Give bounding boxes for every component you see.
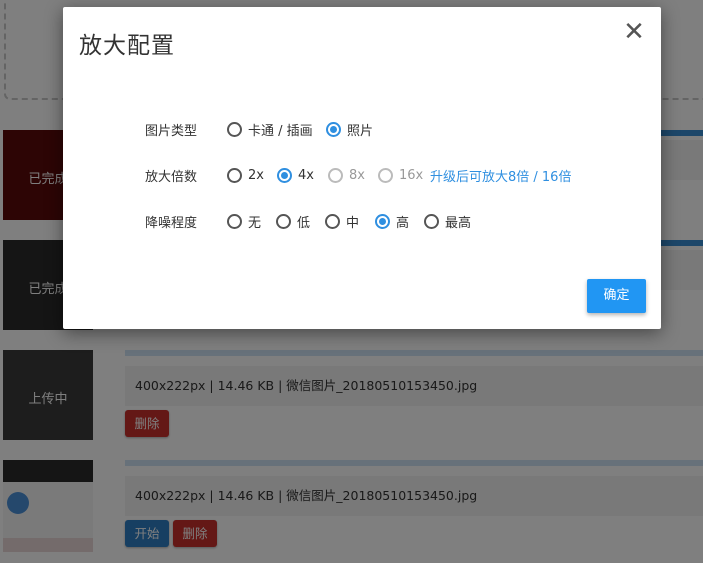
radio-unchecked-icon bbox=[227, 213, 242, 229]
radio-8x[interactable]: 8x bbox=[328, 164, 365, 186]
upscale-config-dialog: 放大配置 ✕ 图片类型 卡通 / 插画 照片 放大倍数 2x 4x 8x 16x bbox=[63, 7, 661, 329]
radio-noise-high[interactable]: 高 bbox=[375, 210, 409, 232]
dialog-title: 放大配置 bbox=[79, 33, 175, 59]
radio-checked-icon bbox=[375, 213, 390, 229]
radio-2x[interactable]: 2x bbox=[227, 164, 264, 186]
radio-4x[interactable]: 4x bbox=[277, 164, 314, 186]
radio-disabled-icon bbox=[378, 167, 393, 183]
radio-disabled-icon bbox=[328, 167, 343, 183]
radio-noise-medium[interactable]: 中 bbox=[325, 210, 359, 232]
radio-unchecked-icon bbox=[325, 213, 340, 229]
radio-unchecked-icon bbox=[227, 167, 242, 183]
scale-label: 放大倍数 bbox=[145, 170, 198, 185]
radio-photo[interactable]: 照片 bbox=[326, 118, 373, 140]
radio-noise-low[interactable]: 低 bbox=[276, 210, 310, 232]
radio-unchecked-icon bbox=[227, 121, 242, 137]
confirm-button[interactable]: 确定 bbox=[587, 279, 646, 313]
image-type-label: 图片类型 bbox=[145, 124, 198, 139]
radio-cartoon[interactable]: 卡通 / 插画 bbox=[227, 118, 313, 140]
radio-unchecked-icon bbox=[424, 213, 439, 229]
radio-noise-none[interactable]: 无 bbox=[227, 210, 261, 232]
radio-noise-highest[interactable]: 最高 bbox=[424, 210, 471, 232]
radio-checked-icon bbox=[326, 121, 341, 137]
radio-16x[interactable]: 16x bbox=[378, 164, 423, 186]
upgrade-link[interactable]: 升级后可放大8倍 / 16倍 bbox=[430, 166, 571, 185]
radio-checked-icon bbox=[277, 167, 292, 183]
close-icon[interactable]: ✕ bbox=[622, 19, 646, 45]
noise-label: 降噪程度 bbox=[145, 216, 198, 231]
radio-unchecked-icon bbox=[276, 213, 291, 229]
